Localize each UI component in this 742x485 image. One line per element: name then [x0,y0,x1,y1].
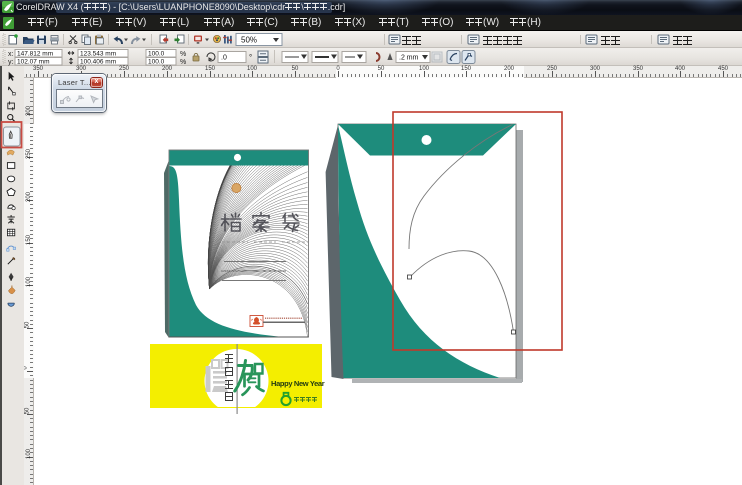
svg-text:y:: y: [8,59,14,66]
svg-text:100.0: 100.0 [148,59,165,66]
svg-text:100.0: 100.0 [148,51,165,58]
svg-text:100.406 mm: 100.406 mm [80,59,116,66]
svg-text:.0: .0 [221,55,227,62]
svg-text:.2 mm: .2 mm [399,55,419,62]
svg-text:123.543 mm: 123.543 mm [80,51,116,58]
svg-text:%: % [180,59,186,66]
svg-text:°: ° [249,53,252,62]
svg-text:147.812 mm: 147.812 mm [17,51,53,58]
svg-text:%: % [180,51,186,58]
svg-text:102.07 mm: 102.07 mm [17,59,50,66]
svg-text:x:: x: [8,51,14,58]
